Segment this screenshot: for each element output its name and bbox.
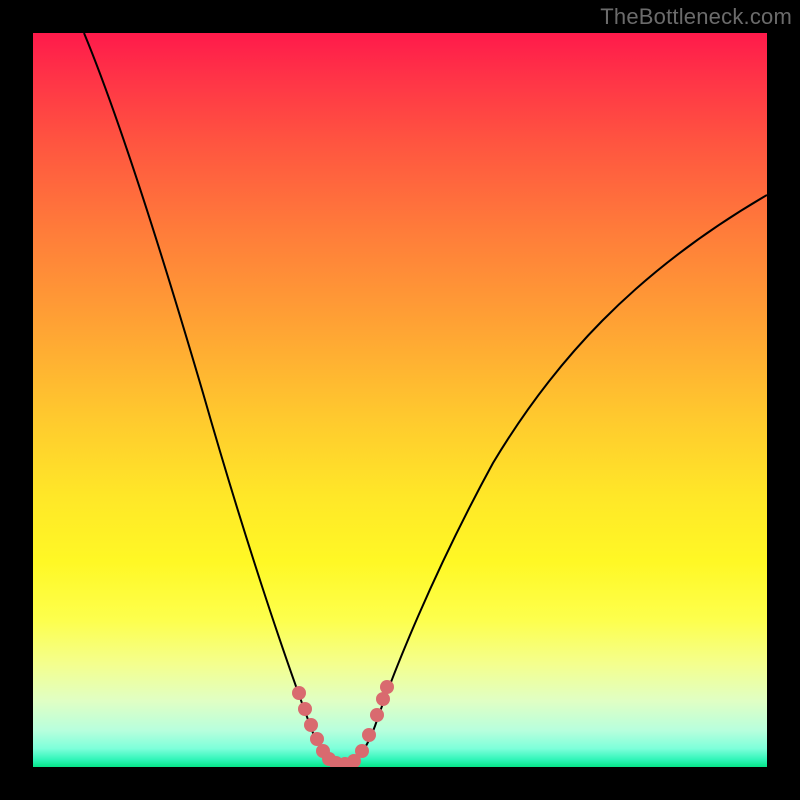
highlight-dots [292, 680, 394, 767]
chart-plot-area [33, 33, 767, 767]
watermark-text: TheBottleneck.com [600, 4, 792, 30]
bottleneck-curve-line [84, 33, 767, 765]
curve-svg [33, 33, 767, 767]
